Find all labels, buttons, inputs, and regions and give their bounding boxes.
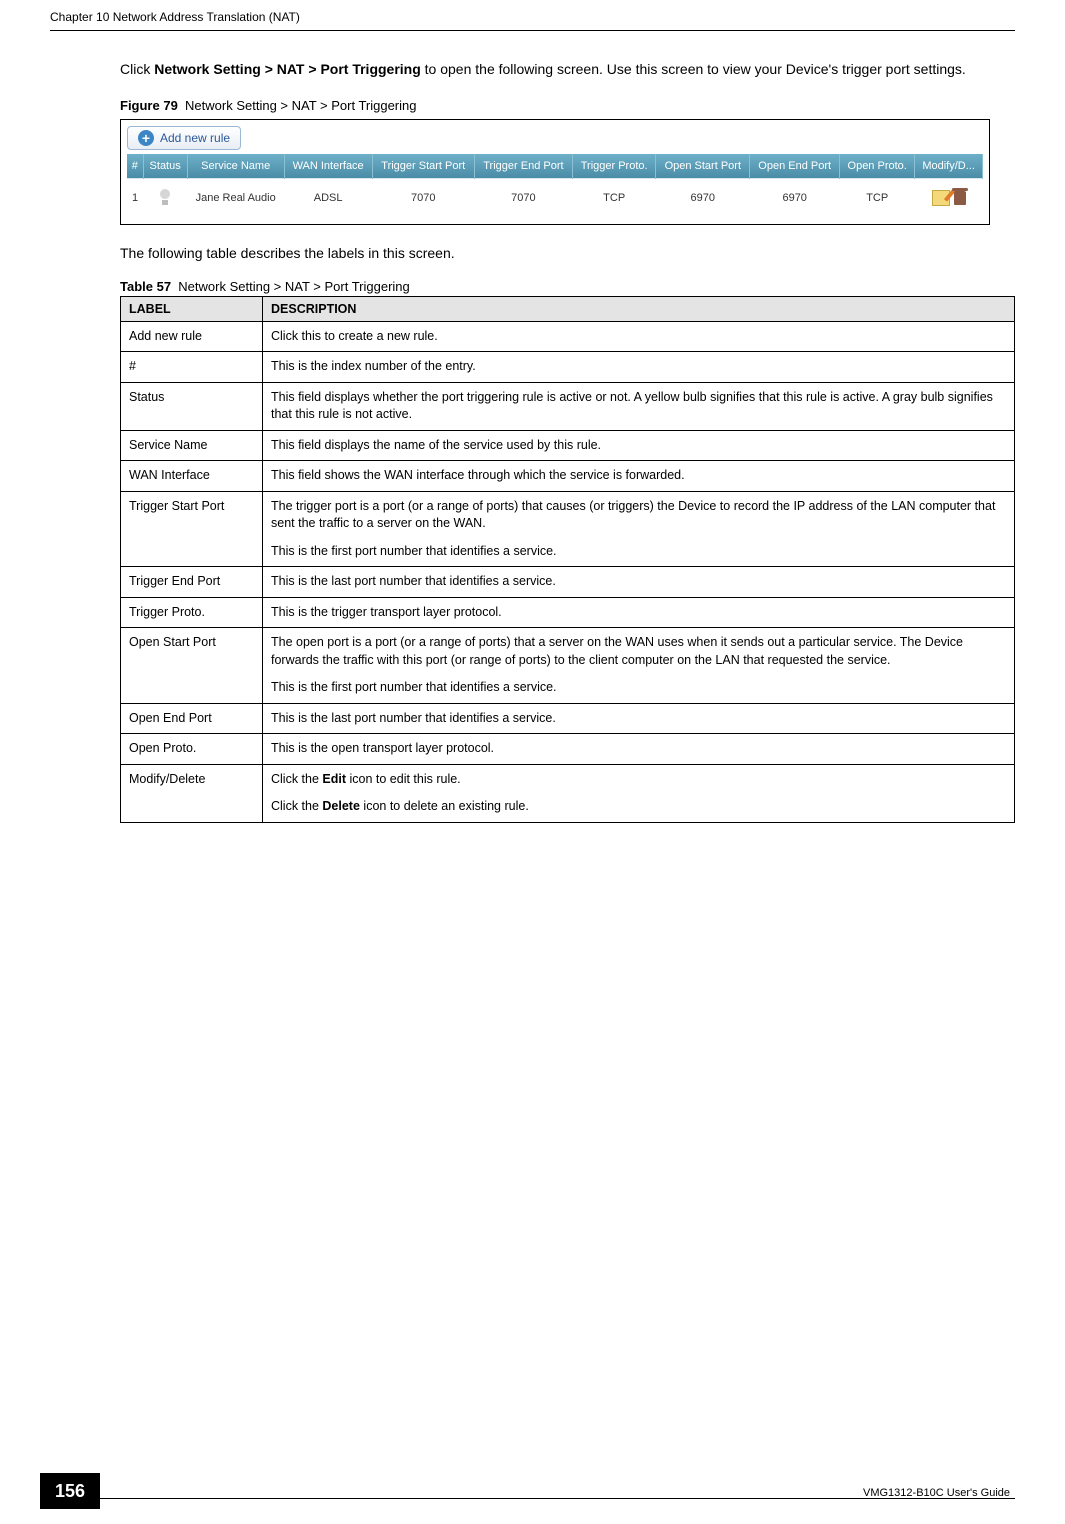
table-row: Modify/DeleteClick the Edit icon to edit…	[121, 764, 1015, 822]
table-row: Trigger Proto.This is the trigger transp…	[121, 597, 1015, 628]
screenshot-panel: + Add new rule # Status Service Name WAN…	[120, 119, 990, 225]
cell-open-start: 6970	[656, 178, 750, 218]
desc-text: This is the last port number that identi…	[263, 567, 1015, 598]
desc-text: This is the index number of the entry.	[263, 352, 1015, 383]
description-table: LABEL DESCRIPTION Add new ruleClick this…	[120, 296, 1015, 823]
table-row: Trigger End PortThis is the last port nu…	[121, 567, 1015, 598]
desc-label: Service Name	[121, 430, 263, 461]
table-row: Service NameThis field displays the name…	[121, 430, 1015, 461]
desc-text: Click the Edit icon to edit this rule. Cl…	[263, 764, 1015, 822]
table-caption: Table 57 Network Setting > NAT > Port Tr…	[120, 279, 1015, 294]
col-service-name: Service Name	[187, 154, 284, 179]
add-new-rule-button[interactable]: + Add new rule	[127, 126, 241, 150]
page-number: 156	[40, 1473, 100, 1509]
desc-label: Open End Port	[121, 703, 263, 734]
intro-pre: Click	[120, 61, 154, 77]
desc-text-main: The open port is a port (or a range of p…	[271, 635, 963, 667]
table-caption-label: Table 57	[120, 279, 171, 294]
desc-head-label: LABEL	[121, 296, 263, 321]
desc-delete-line: Click the Delete icon to delete an exist…	[271, 798, 1006, 816]
desc-label: Status	[121, 382, 263, 430]
cell-trigger-proto: TCP	[572, 178, 655, 218]
intro-post: to open the following screen. Use this s…	[421, 61, 966, 77]
table-intro: The following table describes the labels…	[120, 245, 1015, 261]
table-row: Open Start PortThe open port is a port (…	[121, 628, 1015, 704]
col-num: #	[127, 154, 143, 179]
delete-icon[interactable]	[954, 191, 966, 205]
figure-label: Figure 79	[120, 98, 178, 113]
col-modify: Modify/D...	[915, 154, 983, 179]
cell-wan-if: ADSL	[284, 178, 372, 218]
desc-label: WAN Interface	[121, 461, 263, 492]
cell-num: 1	[127, 178, 143, 218]
desc-text: The trigger port is a port (or a range o…	[263, 491, 1015, 567]
col-open-start: Open Start Port	[656, 154, 750, 179]
figure-caption: Figure 79 Network Setting > NAT > Port T…	[120, 98, 1015, 113]
edit-icon[interactable]	[932, 190, 950, 206]
plus-icon: +	[138, 130, 154, 146]
table-row: 1 Jane Real Audio ADSL 7070 7070 TCP 697…	[127, 178, 983, 218]
cell-service-name: Jane Real Audio	[187, 178, 284, 218]
desc-text-sub: This is the first port number that ident…	[271, 679, 1006, 697]
desc-del-post: icon to delete an existing rule.	[360, 799, 529, 813]
table-row: StatusThis field displays whether the po…	[121, 382, 1015, 430]
cell-trigger-start: 7070	[372, 178, 474, 218]
desc-text-sub: This is the first port number that ident…	[271, 543, 1006, 561]
desc-label: Open Proto.	[121, 734, 263, 765]
col-open-proto: Open Proto.	[840, 154, 915, 179]
intro-path: Network Setting > NAT > Port Triggering	[154, 61, 421, 77]
desc-del-pre: Click the	[271, 799, 322, 813]
desc-text: This is the last port number that identi…	[263, 703, 1015, 734]
desc-label: Trigger Proto.	[121, 597, 263, 628]
desc-text-main: The trigger port is a port (or a range o…	[271, 499, 995, 531]
table-row: Add new ruleClick this to create a new r…	[121, 321, 1015, 352]
table-row: Open Proto.This is the open transport la…	[121, 734, 1015, 765]
table-row: Trigger Start PortThe trigger port is a …	[121, 491, 1015, 567]
desc-text: This field displays whether the port tri…	[263, 382, 1015, 430]
table-row: #This is the index number of the entry.	[121, 352, 1015, 383]
col-status: Status	[143, 154, 187, 179]
desc-head-desc: DESCRIPTION	[263, 296, 1015, 321]
table-caption-text: Network Setting > NAT > Port Triggering	[178, 279, 409, 294]
cell-open-end: 6970	[750, 178, 840, 218]
col-trigger-proto: Trigger Proto.	[572, 154, 655, 179]
cell-open-proto: TCP	[840, 178, 915, 218]
desc-text: This is the open transport layer protoco…	[263, 734, 1015, 765]
header-rule	[50, 30, 1015, 31]
col-open-end: Open End Port	[750, 154, 840, 179]
desc-label: Trigger End Port	[121, 567, 263, 598]
col-trigger-end: Trigger End Port	[474, 154, 572, 179]
add-new-rule-label: Add new rule	[160, 131, 230, 145]
chapter-header: Chapter 10 Network Address Translation (…	[50, 10, 300, 24]
table-row: Open End PortThis is the last port numbe…	[121, 703, 1015, 734]
figure-text: Network Setting > NAT > Port Triggering	[185, 98, 416, 113]
cell-trigger-end: 7070	[474, 178, 572, 218]
desc-label: Trigger Start Port	[121, 491, 263, 567]
col-wan-interface: WAN Interface	[284, 154, 372, 179]
cell-modify	[915, 178, 983, 218]
col-trigger-start: Trigger Start Port	[372, 154, 474, 179]
port-triggering-table: # Status Service Name WAN Interface Trig…	[127, 154, 983, 218]
desc-text: This field shows the WAN interface throu…	[263, 461, 1015, 492]
desc-del-bold: Delete	[322, 799, 360, 813]
desc-edit-bold: Edit	[322, 772, 346, 786]
desc-label: #	[121, 352, 263, 383]
table-row: WAN InterfaceThis field shows the WAN in…	[121, 461, 1015, 492]
desc-edit-pre: Click the	[271, 772, 322, 786]
desc-text: Click this to create a new rule.	[263, 321, 1015, 352]
cell-status	[143, 178, 187, 218]
desc-text: This field displays the name of the serv…	[263, 430, 1015, 461]
table-header-row: # Status Service Name WAN Interface Trig…	[127, 154, 983, 179]
desc-label: Add new rule	[121, 321, 263, 352]
desc-label: Open Start Port	[121, 628, 263, 704]
bulb-icon	[159, 189, 171, 205]
intro-paragraph: Click Network Setting > NAT > Port Trigg…	[120, 60, 1015, 80]
desc-text: The open port is a port (or a range of p…	[263, 628, 1015, 704]
desc-label: Modify/Delete	[121, 764, 263, 822]
desc-edit-mid: icon to edit this rule.	[346, 772, 461, 786]
desc-text: This is the trigger transport layer prot…	[263, 597, 1015, 628]
guide-name: VMG1312-B10C User's Guide	[863, 1487, 1010, 1499]
